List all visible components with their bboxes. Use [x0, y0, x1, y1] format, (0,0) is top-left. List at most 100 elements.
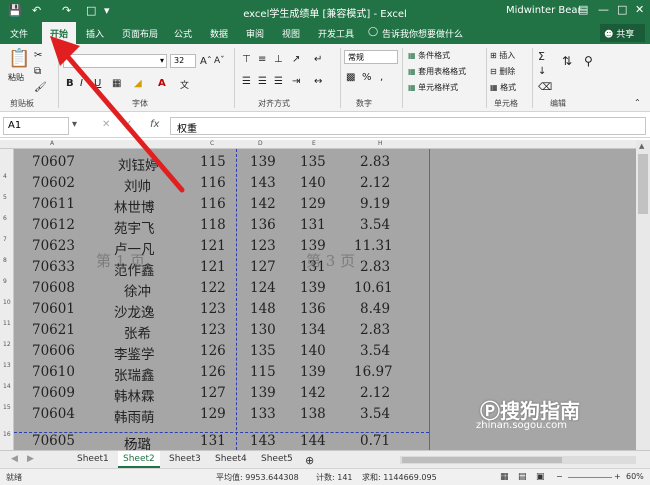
cell-c[interactable]: 116 — [200, 196, 226, 212]
wrap-text-icon[interactable]: ↵ — [314, 54, 322, 65]
cell-h[interactable]: 2.83 — [360, 259, 390, 275]
row-header[interactable]: 11 — [3, 320, 11, 327]
row-header[interactable]: 10 — [3, 299, 11, 306]
sheet-tab[interactable]: Sheet1 — [72, 451, 114, 468]
sheet-tab[interactable]: Sheet5 — [256, 451, 298, 468]
cell-name[interactable]: 张瑞鑫 — [114, 364, 155, 384]
vertical-scrollbar[interactable]: ▲ — [636, 140, 650, 450]
row-header[interactable]: 9 — [3, 278, 7, 285]
row-header[interactable]: 15 — [3, 404, 11, 411]
cell-d[interactable]: 127 — [250, 259, 276, 275]
cell-c[interactable]: 115 — [200, 154, 226, 170]
cell-id[interactable]: 70606 — [32, 343, 75, 359]
row-header[interactable]: 14 — [3, 383, 11, 390]
cell-h[interactable]: 2.12 — [360, 385, 390, 401]
cell-c[interactable]: 126 — [200, 343, 226, 359]
paste-icon[interactable]: 📋 — [8, 48, 30, 69]
cell-d[interactable]: 130 — [250, 322, 276, 338]
cell-id[interactable]: 70604 — [32, 406, 75, 422]
cell-id[interactable]: 70609 — [32, 385, 75, 401]
cell-h[interactable]: 3.54 — [360, 406, 390, 422]
cell-name[interactable]: 沙龙逸 — [114, 301, 155, 321]
orientation-icon[interactable]: ↗ — [292, 54, 300, 65]
formula-input[interactable]: 权重 — [170, 117, 646, 135]
cell-d[interactable]: 142 — [250, 196, 276, 212]
cell-c[interactable]: 118 — [200, 217, 226, 233]
cell-name[interactable]: 杨璐 — [124, 433, 151, 450]
cell-id[interactable]: 70612 — [32, 217, 75, 233]
currency-icon[interactable]: ▩ — [346, 72, 355, 83]
format-as-table-button[interactable]: ▦ 套用表格格式 — [408, 66, 466, 77]
row-header[interactable]: 8 — [3, 257, 7, 264]
tab-file[interactable]: 文件 — [10, 27, 28, 40]
row-header[interactable]: 6 — [3, 215, 7, 222]
ribbon-options-icon[interactable]: ▤ — [578, 3, 588, 16]
cell-e[interactable]: 139 — [300, 280, 326, 296]
cell-id[interactable]: 70601 — [32, 301, 75, 317]
cell-id[interactable]: 70610 — [32, 364, 75, 380]
scrollbar-thumb[interactable] — [638, 154, 648, 214]
cell-h[interactable]: 2.83 — [360, 322, 390, 338]
user-name[interactable]: Midwinter Bear — [506, 5, 582, 16]
maximize-icon[interactable]: □ — [617, 3, 627, 16]
number-format-select[interactable]: 常规 — [344, 50, 398, 64]
cell-e[interactable]: 142 — [300, 385, 326, 401]
sort-filter-icon[interactable]: ⇅ — [562, 54, 572, 68]
cell-name[interactable]: 张希 — [124, 322, 151, 342]
cell-h[interactable]: 2.83 — [360, 154, 390, 170]
cell-d[interactable]: 136 — [250, 217, 276, 233]
cell-c[interactable]: 131 — [200, 433, 226, 449]
format-cells-button[interactable]: ▦ 格式 — [490, 82, 516, 93]
cell-e[interactable]: 134 — [300, 322, 326, 338]
cell-name[interactable]: 苑宇飞 — [114, 217, 155, 237]
comma-icon[interactable]: , — [380, 72, 383, 83]
cell-name[interactable]: 韩雨萌 — [114, 406, 155, 426]
percent-icon[interactable]: % — [362, 72, 372, 83]
cell-h[interactable]: 2.12 — [360, 175, 390, 191]
scrollbar-thumb[interactable] — [402, 457, 562, 463]
delete-cells-button[interactable]: ⊟ 删除 — [490, 66, 515, 77]
tab-review[interactable]: 审阅 — [246, 27, 264, 40]
row-header[interactable]: 7 — [3, 236, 7, 243]
find-select-icon[interactable]: ⚲ — [584, 54, 593, 68]
cell-d[interactable]: 139 — [250, 385, 276, 401]
cell-c[interactable]: 123 — [200, 301, 226, 317]
align-middle-icon[interactable]: ≡ — [258, 54, 266, 65]
cell-d[interactable]: 133 — [250, 406, 276, 422]
tab-data[interactable]: 数据 — [210, 27, 228, 40]
insert-cells-button[interactable]: ⊞ 插入 — [490, 50, 515, 61]
merge-center-icon[interactable]: ↔ — [314, 76, 322, 87]
minimize-icon[interactable]: — — [598, 3, 609, 16]
add-sheet-icon[interactable]: ⊕ — [300, 451, 319, 468]
cell-styles-button[interactable]: ▦ 单元格样式 — [408, 82, 458, 93]
increase-font-icon[interactable]: Aˆ — [200, 56, 212, 67]
cell-e[interactable]: 139 — [300, 364, 326, 380]
column-header[interactable]: C — [210, 140, 214, 147]
scroll-up-icon[interactable]: ▲ — [639, 142, 644, 150]
cell-d[interactable]: 148 — [250, 301, 276, 317]
cell-d[interactable]: 135 — [250, 343, 276, 359]
cell-h[interactable]: 0.71 — [360, 433, 390, 449]
cell-name[interactable]: 韩林霖 — [114, 385, 155, 405]
row-header[interactable]: 5 — [3, 194, 7, 201]
conditional-format-button[interactable]: ▦ 条件格式 — [408, 50, 450, 61]
decrease-font-icon[interactable]: Aˇ — [214, 56, 225, 66]
cell-e[interactable]: 135 — [300, 154, 326, 170]
cell-h[interactable]: 10.61 — [354, 280, 393, 296]
share-button[interactable]: ☻ 共享 — [600, 24, 645, 42]
align-top-icon[interactable]: ⊤ — [242, 54, 251, 65]
cell-id[interactable]: 70608 — [32, 280, 75, 296]
normal-view-icon[interactable]: ▦ — [500, 472, 509, 482]
cell-d[interactable]: 143 — [250, 433, 276, 449]
cell-e[interactable]: 140 — [300, 175, 326, 191]
sheet-tab-active[interactable]: Sheet2 — [118, 451, 160, 468]
autosum-icon[interactable]: Σ — [538, 50, 545, 63]
cell-d[interactable]: 139 — [250, 154, 276, 170]
cell-c[interactable]: 121 — [200, 238, 226, 254]
cell-h[interactable]: 8.49 — [360, 301, 390, 317]
column-header[interactable]: H — [378, 140, 383, 147]
page-layout-view-icon[interactable]: ▤ — [518, 472, 527, 482]
cell-e[interactable]: 144 — [300, 433, 326, 449]
sheet-tab[interactable]: Sheet3 — [164, 451, 206, 468]
row-header[interactable]: 12 — [3, 341, 11, 348]
